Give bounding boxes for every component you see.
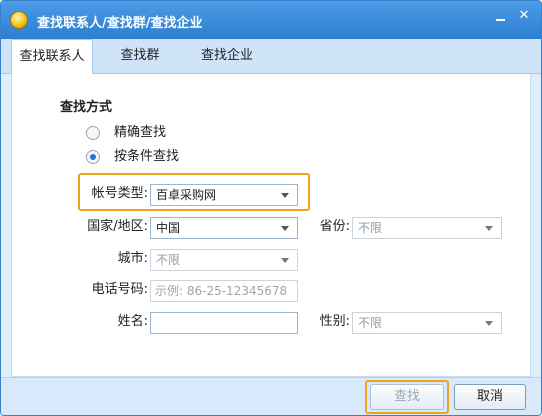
city-label: 城市: — [117, 251, 148, 266]
country-value: 中国 — [156, 221, 181, 235]
phone-input[interactable]: 示例: 86-25-12345678 — [150, 280, 298, 302]
province-label: 省份: — [319, 219, 350, 234]
name-input[interactable] — [150, 312, 298, 334]
tab-bar: 查找联系人 查找群 查找企业 — [1, 39, 541, 74]
minimize-icon[interactable] — [489, 7, 511, 25]
phone-label: 电话号码: — [91, 282, 148, 297]
phone-placeholder: 示例: 86-25-12345678 — [155, 284, 288, 298]
search-button[interactable]: 查找 — [370, 384, 444, 410]
account-type-highlight — [78, 173, 310, 211]
window-title: 查找联系人/查找群/查找企业 — [37, 16, 203, 31]
radio-condition-label: 按条件查找 — [114, 149, 180, 164]
chevron-down-icon — [281, 258, 289, 263]
search-method-title: 查找方式 — [60, 100, 113, 115]
tab-find-contact[interactable]: 查找联系人 — [11, 39, 93, 74]
gender-label: 性别: — [319, 314, 350, 329]
radio-button[interactable] — [86, 126, 100, 140]
tab-find-group[interactable]: 查找群 — [105, 39, 175, 73]
province-value: 不限 — [358, 221, 383, 235]
chevron-down-icon — [281, 226, 289, 231]
app-logo-icon — [11, 12, 27, 28]
city-value: 不限 — [156, 253, 181, 267]
radio-button-selected[interactable] — [86, 150, 100, 164]
close-icon[interactable]: ✕ — [513, 7, 535, 25]
search-panel: 查找方式 精确查找 按条件查找 帐号类型: 百卓采购网 国家/地区: 中国 省份… — [11, 74, 531, 377]
radio-exact-label: 精确查找 — [114, 125, 167, 140]
country-select[interactable]: 中国 — [150, 217, 298, 239]
name-label: 姓名: — [117, 314, 148, 329]
title-bar[interactable]: 查找联系人/查找群/查找企业 ✕ — [1, 1, 541, 39]
gender-value: 不限 — [358, 316, 383, 330]
chevron-down-icon — [485, 321, 493, 326]
dialog-footer: 查找 取消 — [1, 377, 541, 415]
find-contacts-dialog: 查找联系人/查找群/查找企业 ✕ 查找联系人 查找群 查找企业 查找方式 精确查… — [0, 0, 542, 416]
province-select[interactable]: 不限 — [352, 217, 502, 239]
cancel-button[interactable]: 取消 — [454, 384, 526, 410]
tab-find-enterprise[interactable]: 查找企业 — [187, 39, 267, 73]
country-label: 国家/地区: — [87, 219, 148, 234]
gender-select[interactable]: 不限 — [352, 312, 502, 334]
chevron-down-icon — [485, 226, 493, 231]
city-select[interactable]: 不限 — [150, 249, 298, 271]
